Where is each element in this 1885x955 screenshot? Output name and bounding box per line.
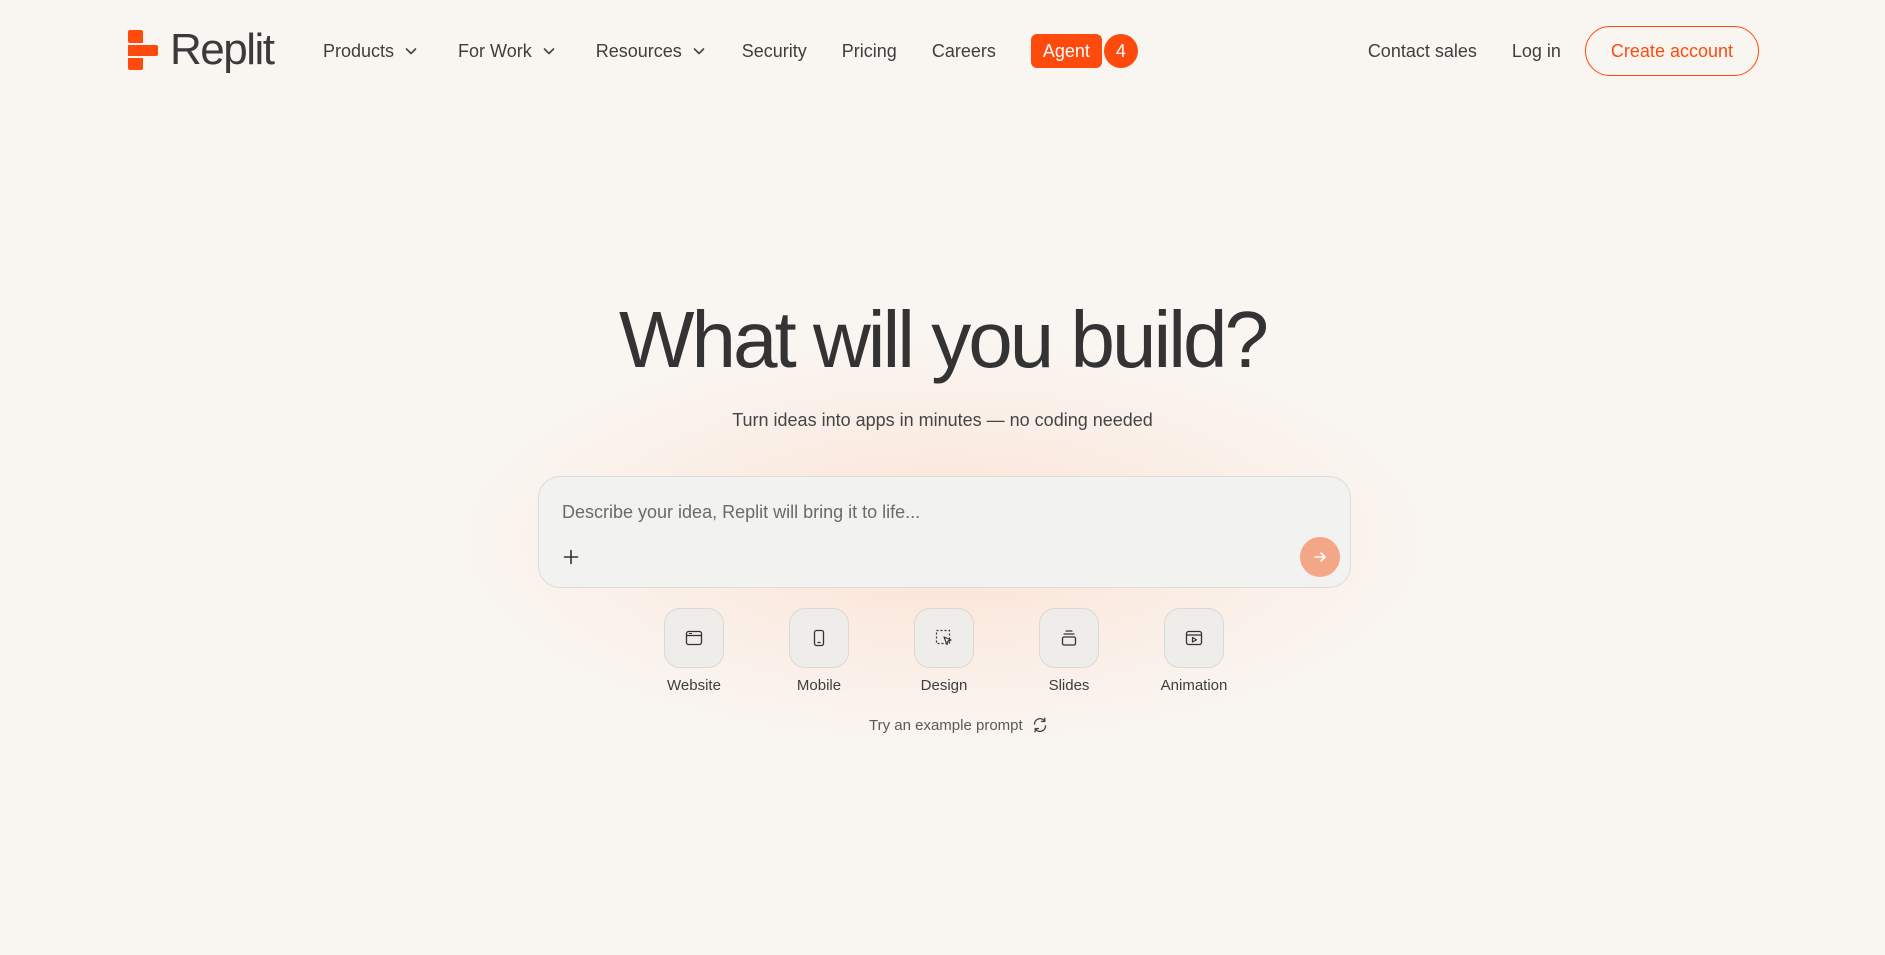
category-icon-box[interactable] — [789, 608, 849, 668]
category-label: Slides — [1048, 677, 1090, 694]
replit-logo-icon — [128, 30, 158, 70]
category-icon-box[interactable] — [664, 608, 724, 668]
contact-sales-link[interactable]: Contact sales — [1368, 41, 1477, 62]
nav-for-work-label: For Work — [458, 40, 532, 61]
create-account-button[interactable]: Create account — [1584, 26, 1759, 76]
login-link[interactable]: Log in — [1512, 41, 1561, 62]
animation-play-icon — [1185, 630, 1203, 646]
header-actions: Contact sales Log in Create account — [1368, 26, 1759, 76]
category-slides[interactable]: Slides — [1039, 608, 1099, 694]
agent-version-badge: 4 — [1103, 34, 1138, 68]
slides-stack-icon — [1061, 630, 1077, 646]
nav-agent[interactable]: Agent 4 — [1030, 34, 1138, 68]
category-icon-box[interactable] — [1164, 608, 1224, 668]
category-label: Mobile — [796, 677, 842, 694]
category-label: Design — [920, 677, 968, 694]
chevron-down-icon — [692, 44, 706, 58]
chevron-down-icon — [404, 44, 418, 58]
page: Replit Products For Work Resources Secur… — [0, 0, 1885, 955]
category-label: Animation — [1160, 677, 1228, 694]
nav-products-label: Products — [323, 40, 395, 61]
category-mobile[interactable]: Mobile — [789, 608, 849, 694]
category-label: Website — [667, 677, 721, 694]
category-website[interactable]: Website — [664, 608, 724, 694]
prompt-box — [538, 476, 1351, 588]
plus-icon — [563, 549, 579, 565]
category-icon-box[interactable] — [914, 608, 974, 668]
nav-security[interactable]: Security — [742, 41, 807, 62]
nav-products[interactable]: Products — [323, 41, 418, 62]
try-example-prompt[interactable]: Try an example prompt — [869, 714, 1049, 736]
site-header: Replit Products For Work Resources Secur… — [0, 0, 1885, 100]
design-select-icon — [935, 629, 952, 646]
nav-resources[interactable]: Resources — [596, 41, 706, 62]
arrow-right-icon — [1314, 552, 1326, 562]
attach-button[interactable] — [561, 547, 581, 567]
hero-subtitle: Turn ideas into apps in minutes — no cod… — [732, 410, 1153, 430]
agent-label[interactable]: Agent — [1030, 34, 1102, 68]
prompt-input[interactable] — [562, 499, 1302, 525]
nav-resources-label: Resources — [595, 40, 682, 61]
nav-pricing[interactable]: Pricing — [842, 41, 897, 62]
nav-for-work[interactable]: For Work — [458, 41, 556, 62]
main-nav: Products For Work Resources Security Pri… — [323, 34, 1138, 68]
category-icon-box[interactable] — [1039, 608, 1099, 668]
brand-name: Replit — [170, 25, 275, 74]
try-example-label: Try an example prompt — [869, 716, 1023, 734]
refresh-icon[interactable] — [1031, 716, 1049, 734]
hero-title: What will you build? — [619, 295, 1269, 384]
nav-careers[interactable]: Careers — [932, 41, 996, 62]
replit-logo[interactable]: Replit — [128, 25, 275, 74]
send-button[interactable] — [1300, 537, 1340, 577]
browser-window-icon — [685, 630, 703, 646]
category-list: Website Mobile Design Slides Animation — [664, 608, 1227, 694]
chevron-down-icon — [542, 44, 556, 58]
category-design[interactable]: Design — [914, 608, 974, 694]
category-animation[interactable]: Animation — [1161, 608, 1227, 694]
mobile-phone-icon — [813, 629, 825, 647]
